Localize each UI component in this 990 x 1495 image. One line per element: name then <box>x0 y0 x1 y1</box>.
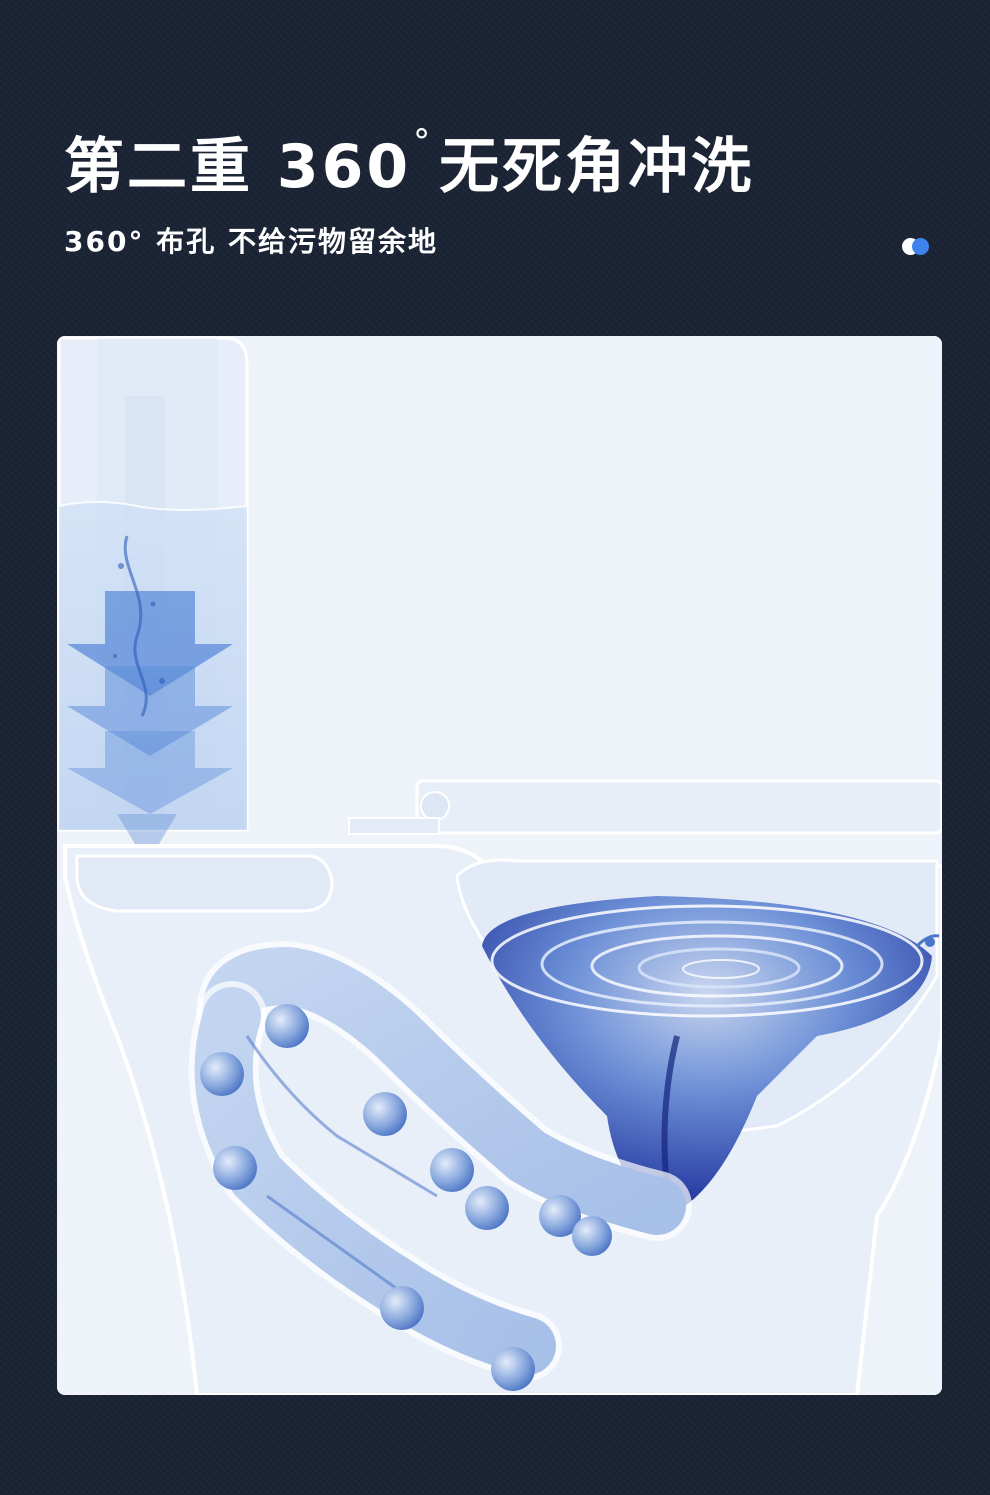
pager-dot-active <box>912 238 929 255</box>
title-prefix: 第二重 360 <box>64 132 412 202</box>
pager-dots <box>900 238 930 258</box>
subtitle: 360° 布孔 不给污物留余地 <box>64 225 438 258</box>
seat-lid-outline <box>348 779 942 835</box>
page-title: 第二重 360° 无死角冲洗 <box>64 100 754 209</box>
toilet-illustration <box>57 336 942 1395</box>
title-suffix: 无死角冲洗 <box>439 132 755 202</box>
toilet-illustration-card <box>57 336 942 1395</box>
title-degree: ° <box>413 122 434 162</box>
